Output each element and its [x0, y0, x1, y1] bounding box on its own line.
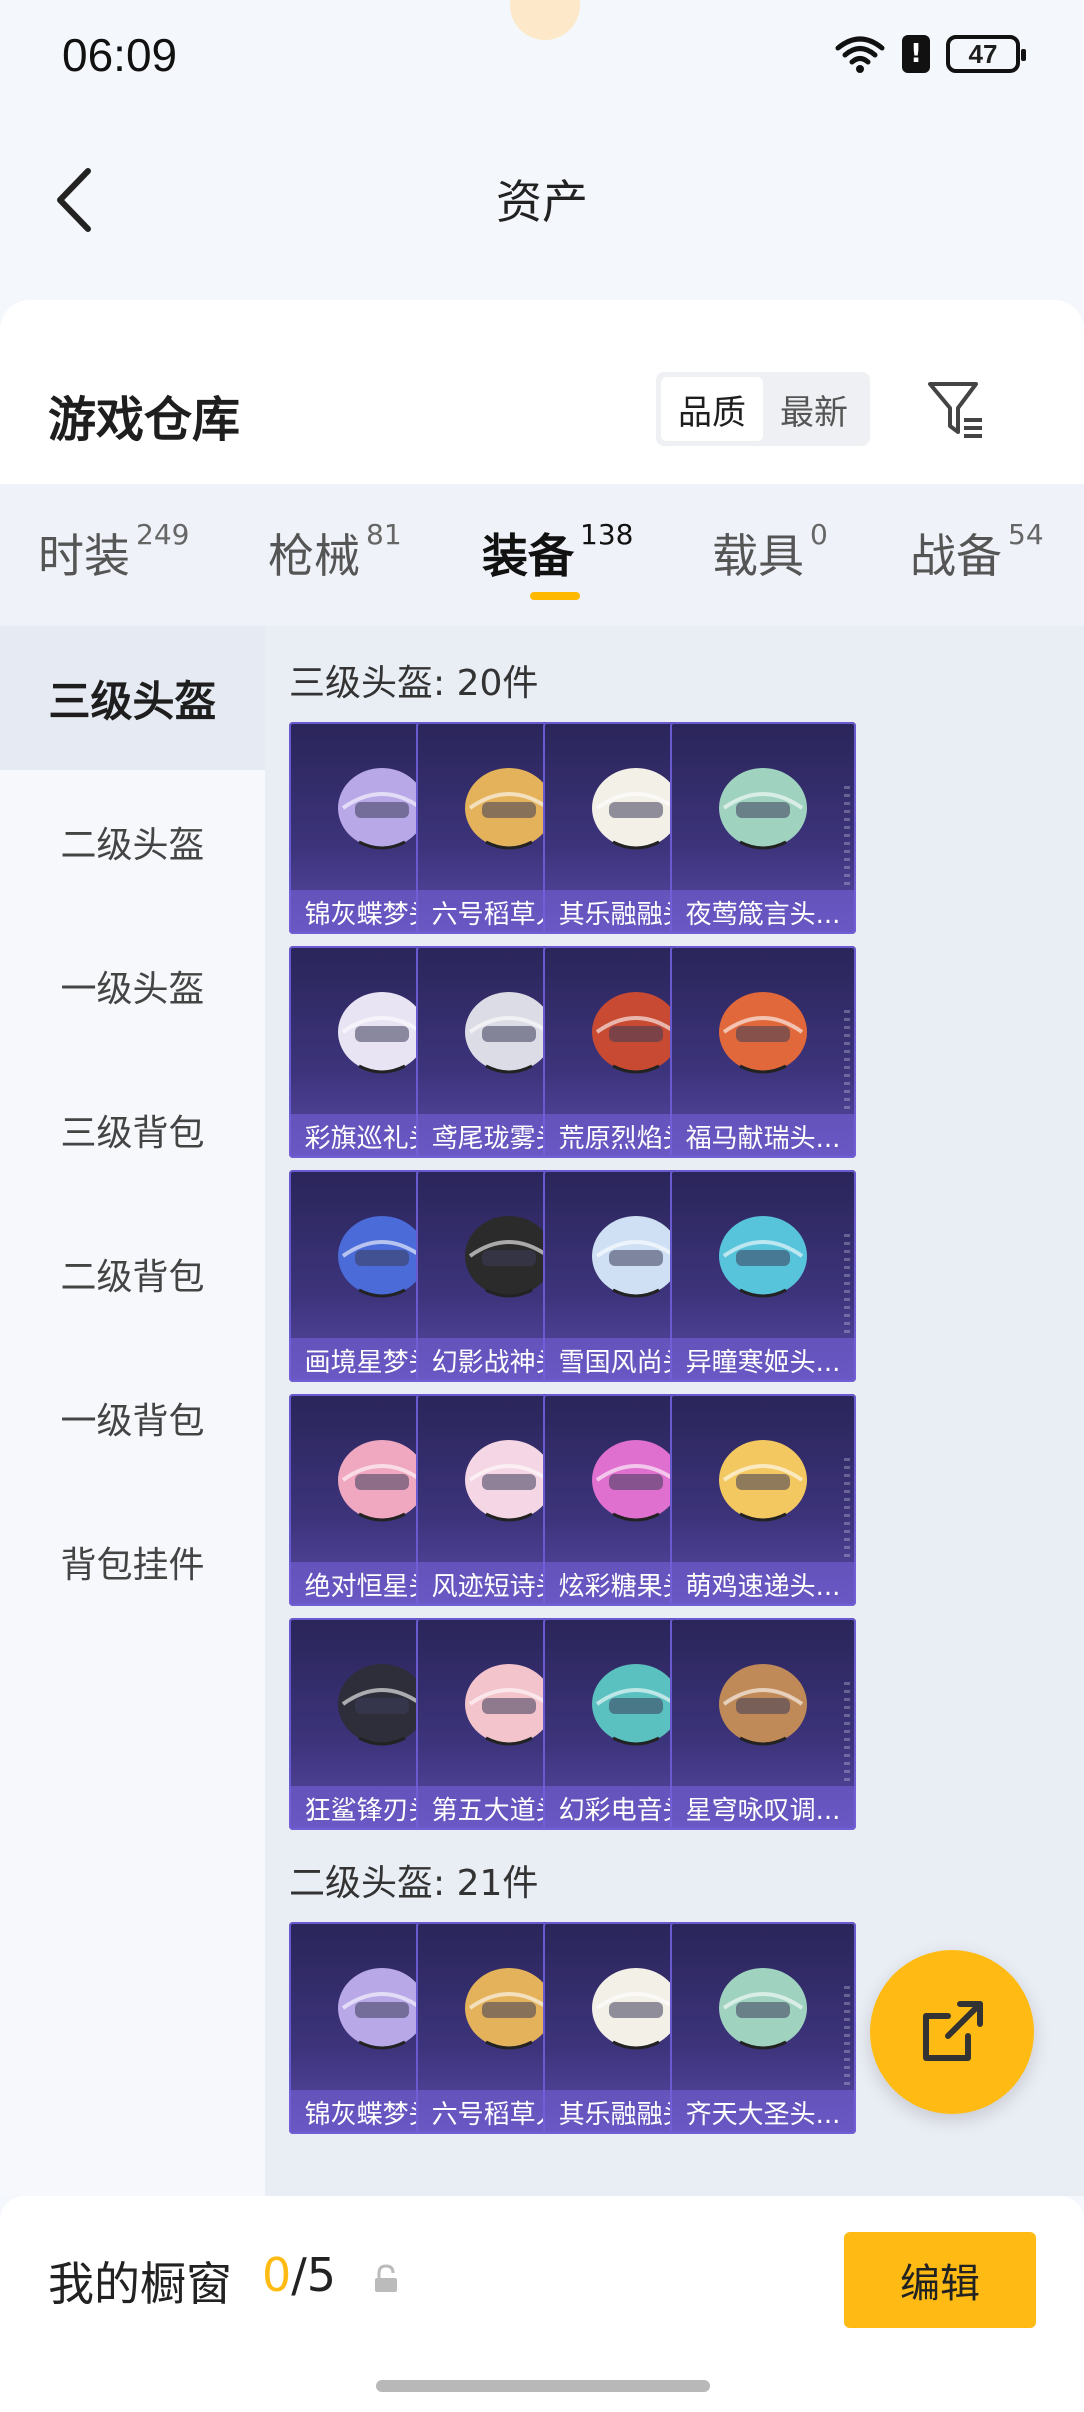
item-card[interactable]: 星穹咏叹调...: [670, 1618, 856, 1830]
group-title: 三级头盔: 20件: [289, 663, 539, 704]
sort-toggle: 品质 最新: [656, 372, 870, 446]
alert-icon: !: [902, 35, 930, 73]
tab-label: 载具: [712, 529, 804, 583]
sidebar-item-level3-helmet[interactable]: 三级头盔: [0, 626, 265, 770]
sidebar-item-level2-backpack[interactable]: 二级背包: [0, 1202, 265, 1346]
notification-dot: [510, 0, 580, 40]
tab-count: 81: [366, 518, 402, 551]
wifi-icon: [835, 36, 885, 73]
status-icons: ! 47: [834, 34, 1026, 74]
tab-label: 战备: [910, 529, 1002, 583]
tab-count: 0: [810, 518, 828, 551]
battery-level: 47: [968, 38, 998, 69]
tab-supplies[interactable]: 战备 54: [910, 518, 1044, 586]
showcase-current: 0: [262, 2248, 292, 2302]
subcategory-sidebar: 三级头盔 二级头盔 一级头盔 三级背包 二级背包 一级背包 背包挂件: [0, 626, 265, 2196]
helmet-icon: [719, 1968, 807, 2050]
tab-fashion[interactable]: 时装 249: [38, 518, 190, 586]
share-button[interactable]: [870, 1950, 1034, 2114]
tab-count: 54: [1008, 518, 1044, 551]
item-name: 夜莺箴言头...: [670, 890, 856, 934]
helmet-icon: [719, 1664, 807, 1746]
status-time: 06:09: [62, 29, 178, 81]
helmet-icon: [719, 768, 807, 850]
sidebar-item-level1-helmet[interactable]: 一级头盔: [0, 914, 265, 1058]
filter-icon: [928, 382, 982, 438]
battery-icon: 47: [946, 35, 1026, 73]
helmet-icon: [719, 1216, 807, 1298]
item-card[interactable]: 齐天大圣头...: [670, 1922, 856, 2134]
tab-label: 枪械: [268, 529, 360, 583]
tab-equipment[interactable]: 装备 138: [482, 518, 634, 586]
showcase-label: 我的橱窗: [48, 2257, 232, 2311]
sort-quality[interactable]: 品质: [661, 377, 763, 441]
share-export-icon: [923, 2001, 983, 2061]
edit-button[interactable]: 编辑: [844, 2232, 1036, 2328]
helmet-icon: [719, 1440, 807, 1522]
sidebar-item-level1-backpack[interactable]: 一级背包: [0, 1346, 265, 1490]
tab-label: 装备: [482, 529, 574, 583]
warehouse-header: 游戏仓库 品质 最新: [0, 300, 1084, 484]
tab-count: 249: [136, 518, 190, 551]
showcase-total: /5: [291, 2248, 337, 2302]
showcase-bar: 我的橱窗 0/5 编辑: [0, 2196, 1084, 2412]
tab-vehicles[interactable]: 载具 0: [712, 518, 828, 586]
sidebar-item-level2-helmet[interactable]: 二级头盔: [0, 770, 265, 914]
sidebar-item-backpack-charm[interactable]: 背包挂件: [0, 1490, 265, 1634]
status-bar: 06:09 ! 47: [0, 0, 1084, 110]
item-card[interactable]: 异瞳寒姬头...: [670, 1170, 856, 1382]
sort-newest[interactable]: 最新: [763, 377, 865, 441]
lock-icon: [375, 2264, 397, 2292]
item-name: 福马献瑞头...: [670, 1114, 856, 1158]
item-name: 萌鸡速递头...: [670, 1562, 856, 1606]
app-header: 资产: [0, 110, 1084, 300]
active-tab-indicator: [530, 592, 580, 600]
item-name: 异瞳寒姬头...: [670, 1338, 856, 1382]
filter-button[interactable]: [920, 372, 992, 444]
home-indicator: [376, 2380, 710, 2392]
showcase-count: 0/5: [262, 2248, 336, 2302]
group-title: 二级头盔: 21件: [289, 1863, 539, 1904]
item-name: 星穹咏叹调...: [670, 1786, 856, 1830]
tab-weapons[interactable]: 枪械 81: [268, 518, 402, 586]
page-title: 资产: [496, 175, 588, 229]
item-card[interactable]: 福马献瑞头...: [670, 946, 856, 1158]
category-tabs: 时装 249 枪械 81 装备 138 载具 0 战备 54: [0, 484, 1084, 626]
tab-count: 138: [580, 518, 634, 551]
sidebar-item-level3-backpack[interactable]: 三级背包: [0, 1058, 265, 1202]
tab-label: 时装: [38, 529, 130, 583]
item-card[interactable]: 萌鸡速递头...: [670, 1394, 856, 1606]
section-title: 游戏仓库: [48, 392, 241, 448]
helmet-icon: [719, 992, 807, 1074]
item-card[interactable]: 夜莺箴言头...: [670, 722, 856, 934]
item-name: 齐天大圣头...: [670, 2090, 856, 2134]
